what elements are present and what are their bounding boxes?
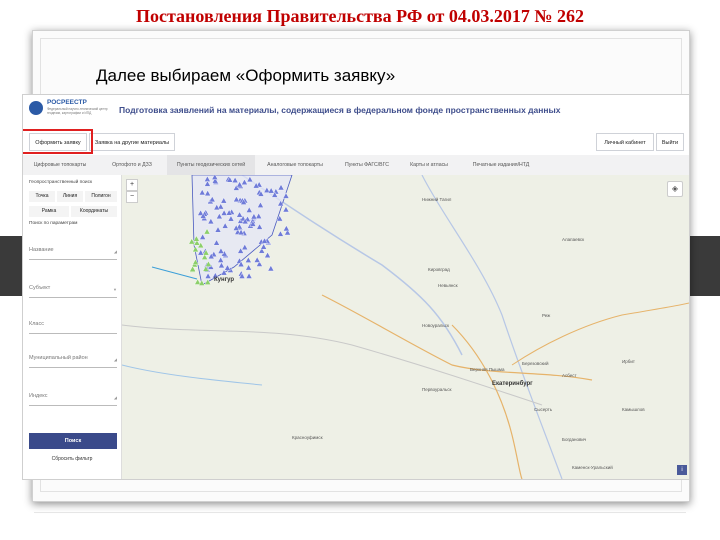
footer-divider [34,512,686,513]
apply-other-button[interactable]: Заявка на другие материалы [89,133,175,151]
town-label: Кировград [428,267,450,272]
info-button[interactable]: i [677,465,687,475]
app-header-title: Подготовка заявлений на материалы, содер… [119,105,561,115]
tab-print-editions[interactable]: Печатные издания/НТД [459,155,543,175]
slide-subtitle: Далее выбираем «Оформить заявку» [96,66,396,85]
district-field-label: Муниципальный район [29,355,88,361]
mode-line[interactable]: Линия [57,191,83,202]
search-button[interactable]: Поиск [29,433,117,449]
tab-orthophoto[interactable]: Ортофото и ДЗЗ [97,155,167,175]
class-field[interactable]: Класс [29,315,117,334]
town-label: Новоуральск [422,323,449,328]
map-canvas [122,175,689,479]
rosreestr-emblem-icon [29,101,43,115]
subject-select[interactable]: Субъект ▼ [29,279,117,298]
town-label: Богданович [562,437,587,442]
reset-filter-link[interactable]: Сбросить фильтр [23,456,121,462]
name-field-label: Название [29,247,54,253]
mode-point[interactable]: Точка [29,191,55,202]
town-label: Сысерть [534,407,553,412]
index-field-label: Индекс [29,393,48,399]
resize-icon: ◢ [113,395,117,400]
cabinet-button[interactable]: Личный кабинет [596,133,654,151]
geodetic-point-marker[interactable] [277,230,284,237]
geo-search-label: Геопространственный поиск [29,180,93,185]
index-field[interactable]: Индекс ◢ [29,387,117,406]
geodetic-point-marker[interactable] [245,264,252,271]
city-ekaterinburg: Екатеринбург [492,381,533,387]
geodetic-point-marker[interactable] [267,265,275,272]
tab-analog-topomaps[interactable]: Аналоговые топокарты [255,155,335,175]
tab-geodetic-points[interactable]: Пункты геодезических сетей [167,155,255,175]
geodetic-point-marker[interactable] [245,256,252,263]
layers-icon[interactable]: ◈ [667,181,683,197]
chevron-down-icon: ▼ [113,287,117,292]
city-kungur: Кунгур [214,277,235,283]
geodetic-point-marker[interactable] [264,251,271,258]
town-label: Каменск-Уральский [572,465,613,470]
geodetic-point-marker[interactable] [282,206,290,213]
tab-maps-atlases[interactable]: Карты и атласы [399,155,459,175]
district-field[interactable]: Муниципальный район ◢ [29,349,117,368]
name-field[interactable]: Название ◢ [29,241,117,260]
app-header: РОСРЕЕСТР Федеральный научно-технический… [23,95,689,129]
geodetic-point-marker[interactable] [283,225,290,232]
mode-coordinates[interactable]: Координаты [71,206,117,217]
slide-title: Постановления Правительства РФ от 04.03.… [136,6,584,26]
tab-fags-vgs[interactable]: Пункты ФАГС/ВГС [335,155,399,175]
action-bar: Оформить заявку Заявка на другие материа… [23,129,689,157]
mode-frame[interactable]: Рамка [29,206,69,217]
apply-button[interactable]: Оформить заявку [29,133,87,151]
logo-text: РОСРЕЕСТР [47,99,87,106]
logout-button[interactable]: Выйти [656,133,684,151]
geodetic-point-marker[interactable] [245,272,253,279]
class-field-label: Класс [29,321,44,327]
town-label: Красноуфимск [292,435,323,440]
zoom-out-button[interactable]: − [126,191,138,203]
town-label: Нижний Тагил [422,197,452,202]
map-view[interactable]: + − ◈ Кунгур Екатеринбург Нижний Тагил А… [122,175,689,479]
resize-icon: ◢ [113,249,117,254]
town-label: Первоуральск [422,387,452,392]
town-label: Реж [542,313,551,318]
subject-field-label: Субъект [29,285,51,291]
town-label: Верхняя Пышма [470,367,505,372]
resize-icon: ◢ [113,357,117,362]
town-label: Невьянск [438,283,458,288]
zoom-in-button[interactable]: + [126,179,138,191]
app-screenshot: РОСРЕЕСТР Федеральный научно-технический… [22,94,690,480]
town-label: Алапаевск [562,237,585,242]
sidebar: Геопространственный поиск Точка Линия По… [23,175,122,479]
mode-polygon[interactable]: Полигон [85,191,117,202]
town-label: Камышлов [622,407,645,412]
param-search-label: Поиск по параметрам [29,221,78,226]
town-label: Асбест [562,373,577,378]
tab-bar: Цифровые топокарты Ортофото и ДЗЗ Пункты… [23,155,689,176]
town-label: Ирбит [622,359,635,364]
tab-digital-topomaps[interactable]: Цифровые топокарты [23,155,97,175]
town-label: Березовский [522,361,549,366]
geodetic-point-marker[interactable] [253,256,261,263]
logo-subtext: Федеральный научно-технический центр гео… [47,107,108,115]
